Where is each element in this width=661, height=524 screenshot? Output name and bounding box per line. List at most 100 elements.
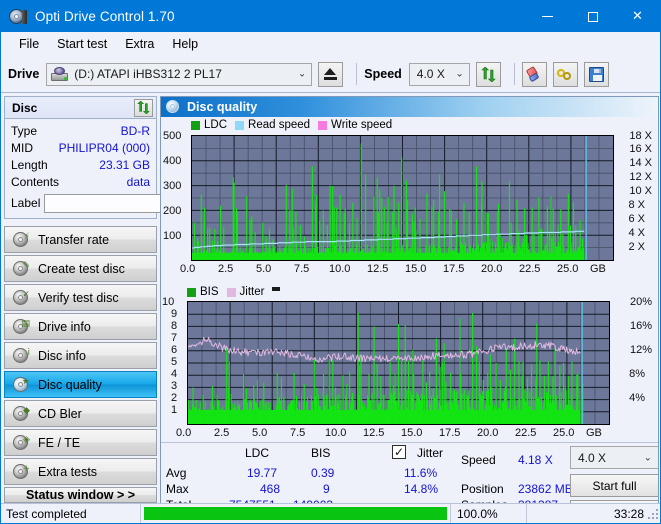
stats-row-max-jitter: 14.8% bbox=[404, 482, 439, 496]
test-speed-select[interactable]: 4.0 X ⌄ bbox=[570, 446, 658, 469]
position-stat-label: Position bbox=[461, 482, 504, 496]
ldc-xtick-4: 10.0 bbox=[329, 263, 351, 275]
ldc-ytick-right-4x: 4 X bbox=[628, 227, 645, 239]
bis-ytick-3: 3 bbox=[171, 380, 178, 392]
legend-swatch-bis bbox=[187, 287, 196, 297]
stats-row-avg-ldc: 19.77 bbox=[247, 466, 278, 480]
erase-button[interactable] bbox=[521, 61, 547, 87]
ldc-ytick-right-12x: 12 X bbox=[629, 171, 652, 183]
ldc-xtick-9: 22.5 bbox=[519, 263, 541, 275]
sidebar-item-verify-test-disc[interactable]: ✓ Verify test disc bbox=[4, 284, 157, 311]
menu-extra[interactable]: Extra bbox=[116, 35, 163, 54]
bis-ytick-5: 5 bbox=[171, 356, 178, 368]
bis-chart: BIS Jitter 10 9 8 7 6 5 4 3 2 1 20% 16% … bbox=[161, 285, 658, 442]
disc-icon: ✓ bbox=[13, 289, 30, 306]
bis-ytick-6: 6 bbox=[171, 344, 178, 356]
bis-ytick-8: 8 bbox=[171, 320, 178, 332]
window-controls: ✕ bbox=[525, 1, 660, 32]
disc-row-length-value: 23.31 GB bbox=[99, 158, 150, 172]
sidebar: Disc Type BD-R MID PHILIPR04 (000) Lengt… bbox=[1, 94, 233, 504]
jitter-checkbox[interactable]: ✓ bbox=[392, 445, 406, 459]
ldc-chart: LDC Read speed Write speed 500 400 300 2… bbox=[161, 117, 658, 285]
ldc-ytick-right-10x: 10 X bbox=[629, 185, 652, 197]
content-panel: Disc quality LDC Read speed Write speed … bbox=[160, 96, 659, 504]
disc-row-contents-key: Contents bbox=[11, 175, 60, 189]
bis-xtick-2: 5.0 bbox=[252, 427, 268, 439]
disc-row-mid: MID PHILIPR04 (000) bbox=[11, 140, 150, 156]
disc-panel-header: Disc bbox=[5, 97, 156, 119]
tools-icon bbox=[557, 67, 573, 82]
bis-xtick-6: 15.0 bbox=[401, 427, 423, 439]
sidebar-item-extra-tests[interactable]: + Extra tests bbox=[4, 458, 157, 485]
progress-track bbox=[144, 507, 447, 520]
disc-row-mid-value: PHILIPR04 (000) bbox=[58, 141, 150, 155]
ldc-xunit: GB bbox=[590, 263, 606, 275]
sidebar-item-drive-info[interactable]: ▤ Drive info bbox=[4, 313, 157, 340]
bis-xtick-10: 25.0 bbox=[553, 427, 575, 439]
optical-disc-icon bbox=[9, 8, 27, 26]
close-icon[interactable]: ✕ bbox=[615, 1, 660, 32]
sidebar-item-cd-bler[interactable]: ◆ CD Bler bbox=[4, 400, 157, 427]
bis-xtick-4: 10.0 bbox=[325, 427, 347, 439]
save-button[interactable] bbox=[583, 61, 609, 87]
status-window-button[interactable]: Status window > > bbox=[4, 487, 157, 503]
refresh-icon bbox=[137, 101, 150, 114]
disc-row-type: Type BD-R bbox=[11, 123, 150, 139]
app-window: Opti Drive Control 1.70 ✕ File Start tes… bbox=[0, 0, 661, 524]
disc-row-length: Length 23.31 GB bbox=[11, 157, 150, 173]
legend-swatch-write-speed bbox=[318, 120, 328, 130]
ldc-xtick-10: 25.0 bbox=[557, 263, 579, 275]
sidebar-item-label: Transfer rate bbox=[38, 232, 110, 247]
bis-ytick-4: 4 bbox=[171, 368, 178, 380]
resize-grip[interactable] bbox=[648, 509, 660, 521]
bis-xtick-1: 2.5 bbox=[214, 427, 230, 439]
sidebar-item-create-test-disc[interactable]: ✎ Create test disc bbox=[4, 255, 157, 282]
ldc-ytick-right-16x: 16 X bbox=[629, 143, 652, 155]
disc-row-mid-key: MID bbox=[11, 141, 33, 155]
disc-icon: i bbox=[13, 347, 30, 364]
toolbar: Drive (D:) ATAPI iHBS312 2 PL17 ⌄ Speed … bbox=[1, 56, 660, 93]
disc-icon: ▤ bbox=[13, 318, 30, 335]
stats-row-avg-bis: 0.39 bbox=[311, 466, 335, 480]
ldc-xtick-2: 5.0 bbox=[256, 263, 272, 275]
disc-row-type-key: Type bbox=[11, 124, 38, 138]
stats-row-max-ldc: 468 bbox=[260, 482, 281, 496]
disc-refresh-button[interactable] bbox=[134, 98, 153, 117]
ldc-ytick-400: 400 bbox=[163, 155, 182, 167]
refresh-button[interactable] bbox=[475, 61, 501, 87]
tools-button[interactable] bbox=[552, 61, 578, 87]
stats-col-bis: BIS bbox=[311, 446, 331, 460]
drive-select[interactable]: (D:) ATAPI iHBS312 2 PL17 ⌄ bbox=[46, 62, 313, 86]
minimize-button[interactable] bbox=[525, 1, 570, 32]
window-title: Opti Drive Control 1.70 bbox=[35, 9, 175, 24]
refresh-icon bbox=[481, 66, 496, 82]
sidebar-item-fe-te[interactable]: ◈ FE / TE bbox=[4, 429, 157, 456]
menu-file[interactable]: File bbox=[10, 35, 48, 54]
sidebar-item-label: Disc info bbox=[38, 348, 86, 363]
sidebar-item-disc-quality[interactable]: ★ Disc quality bbox=[4, 371, 157, 398]
speed-label: Speed bbox=[364, 67, 402, 81]
elapsed-time: 33:28 bbox=[613, 506, 644, 521]
menu-start-test[interactable]: Start test bbox=[48, 35, 116, 54]
page-title: Disc quality bbox=[187, 100, 258, 114]
sidebar-item-disc-info[interactable]: i Disc info bbox=[4, 342, 157, 369]
stats-row-max-bis: 9 bbox=[323, 482, 330, 496]
bis-chart-legend: BIS Jitter bbox=[187, 286, 281, 298]
maximize-button[interactable] bbox=[570, 1, 615, 32]
speed-stat-value: 4.18 X bbox=[518, 453, 553, 467]
bis-xtick-9: 22.5 bbox=[515, 427, 537, 439]
speed-select[interactable]: 4.0 X ⌄ bbox=[408, 62, 470, 86]
ldc-ytick-300: 300 bbox=[163, 180, 182, 192]
eject-button[interactable] bbox=[318, 61, 344, 87]
start-full-button[interactable]: Start full bbox=[570, 474, 658, 497]
disc-row-type-value: BD-R bbox=[120, 124, 150, 138]
menu-help[interactable]: Help bbox=[163, 35, 207, 54]
stats-row-avg-label: Avg bbox=[166, 466, 187, 480]
position-stat-value: 23862 MB bbox=[518, 482, 573, 496]
bis-ytick-7: 7 bbox=[171, 332, 178, 344]
toolbar-divider-1 bbox=[356, 63, 358, 85]
bis-ytick-1: 1 bbox=[171, 404, 178, 416]
ldc-ytick-right-8x: 8 X bbox=[628, 199, 645, 211]
sidebar-item-label: Drive info bbox=[38, 319, 91, 334]
sidebar-item-transfer-rate[interactable]: ⚡ Transfer rate bbox=[4, 226, 157, 253]
